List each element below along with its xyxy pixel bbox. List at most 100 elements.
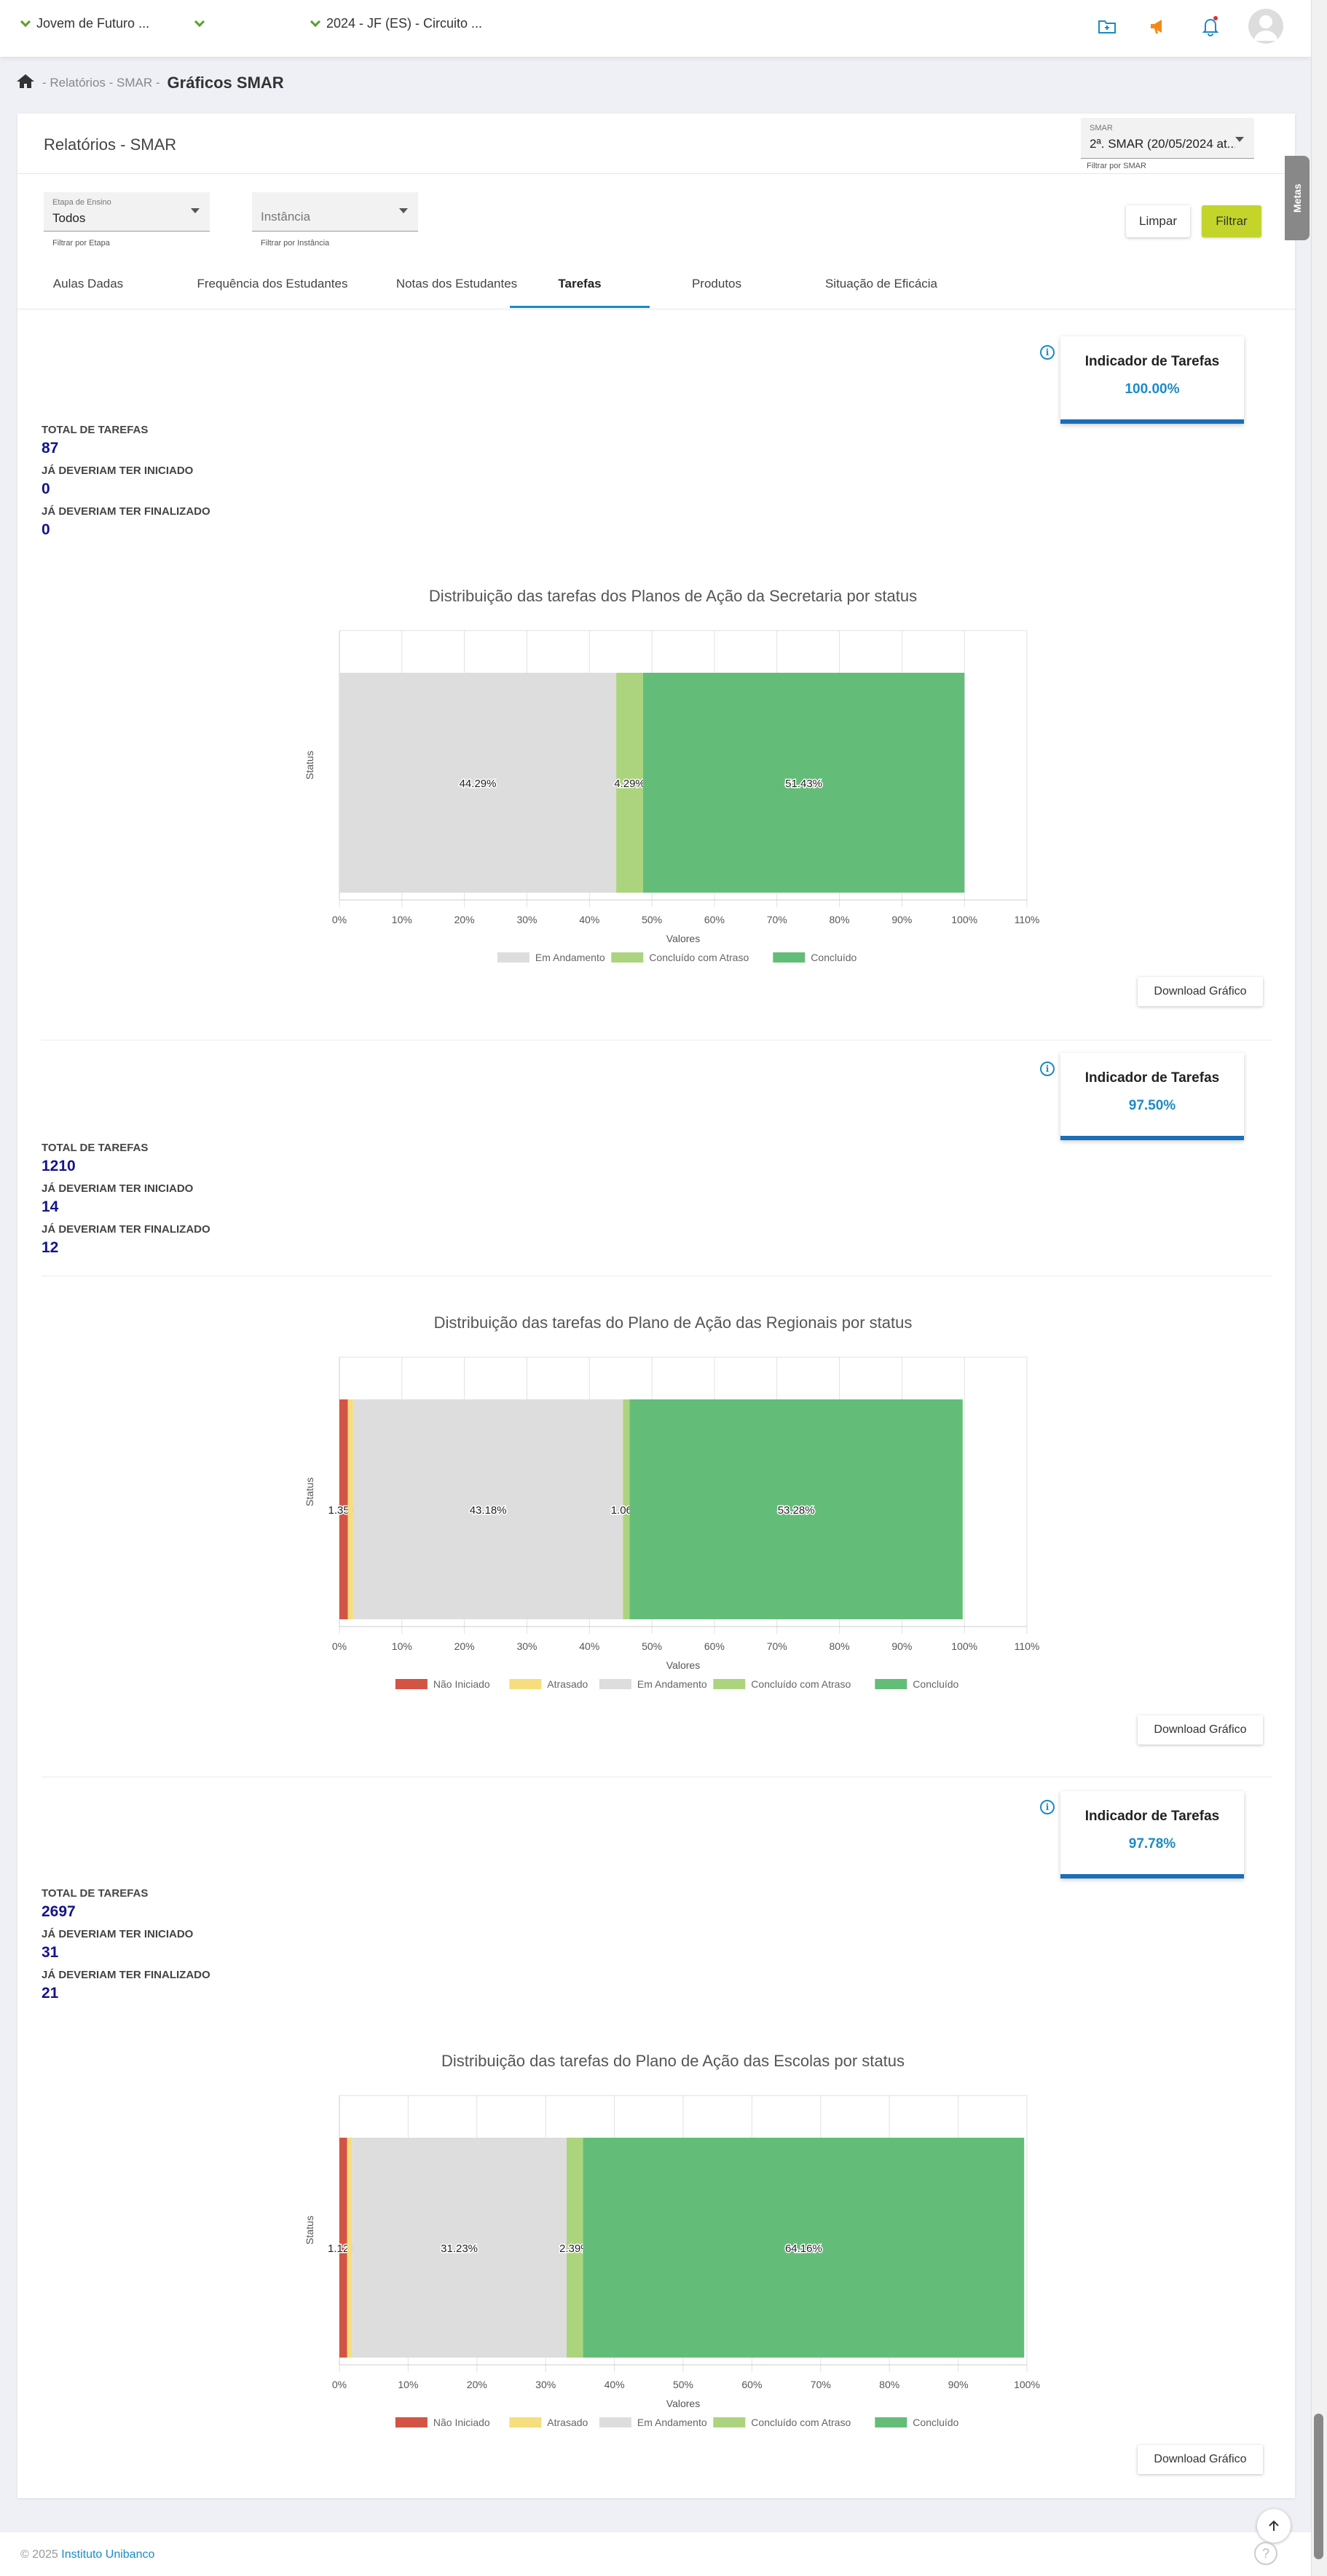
y-axis-label: Status <box>304 751 315 780</box>
x-tick-label: 50% <box>642 1640 662 1652</box>
instancia-select[interactable]: Instância <box>252 192 418 232</box>
x-tick-label: 110% <box>1015 1640 1040 1652</box>
etapa-select[interactable]: Etapa de Ensino Todos <box>44 192 210 232</box>
x-tick-label: 30% <box>516 1640 537 1652</box>
stat-value: 31 <box>42 1944 59 1961</box>
tab-tarefas[interactable]: Tarefas <box>510 277 650 304</box>
y-axis-label: Status <box>304 1477 315 1506</box>
megaphone-icon[interactable] <box>1146 15 1170 38</box>
stat-label: JÁ DEVERIAM TER FINALIZADO <box>42 505 210 518</box>
stat-label: TOTAL DE TAREFAS <box>42 1887 149 1900</box>
x-tick-label: 60% <box>704 1640 725 1652</box>
tab-situacao-eficacia[interactable]: Situação de Eficácia <box>779 277 983 304</box>
dropdown-arrow-icon <box>1235 137 1244 142</box>
x-tick-label: 90% <box>891 1640 912 1652</box>
x-tick-label: 10% <box>392 1640 412 1652</box>
stat-value: 87 <box>42 440 59 457</box>
x-axis-label: Valores <box>666 1659 700 1671</box>
divider <box>17 173 1295 174</box>
program-select[interactable]: Jovem de Futuro ... <box>19 16 208 31</box>
filter-button[interactable]: Filtrar <box>1202 205 1261 237</box>
clear-button[interactable]: Limpar <box>1126 205 1190 237</box>
cycle-select[interactable]: 2024 - JF (ES) - Circuito ... <box>309 16 482 31</box>
info-icon[interactable]: i <box>1040 345 1055 360</box>
legend-label: Atrasado <box>547 1678 588 1690</box>
info-icon[interactable]: i <box>1040 1800 1055 1814</box>
indicator-bar <box>1060 1874 1244 1878</box>
arrow-up-icon <box>1269 2520 1279 2531</box>
scroll-to-top-button[interactable] <box>1257 2509 1291 2543</box>
legend-label: Concluído <box>811 952 857 963</box>
legend-swatch <box>599 1679 631 1689</box>
etapa-hint: Filtrar por Etapa <box>52 239 110 248</box>
smar-hint: Filtrar por SMAR <box>1087 162 1146 170</box>
legend-swatch <box>509 2417 542 2427</box>
legend-swatch <box>773 952 806 963</box>
dropdown-arrow-icon <box>191 208 200 213</box>
indicator-value: 100.00% <box>1125 382 1180 397</box>
top-bar: Jovem de Futuro ... 2024 - JF (ES) - Cir… <box>0 0 1311 57</box>
scrollbar-thumb[interactable] <box>1314 2414 1323 2559</box>
smar-select[interactable]: SMAR 2ª. SMAR (20/05/2024 at... <box>1081 118 1254 159</box>
legend-label: Concluído <box>913 1678 958 1690</box>
legend-swatch <box>875 1679 907 1689</box>
x-tick-label: 20% <box>467 2379 487 2390</box>
x-tick-label: 70% <box>811 2379 831 2390</box>
copyright: © 2025 Instituto Unibanco <box>20 2548 154 2561</box>
x-tick-label: 90% <box>891 914 912 925</box>
chart-title: Distribuição das tarefas dos Planos de A… <box>429 587 917 605</box>
x-tick-label: 10% <box>398 2379 418 2390</box>
company-link[interactable]: Instituto Unibanco <box>61 2548 154 2561</box>
avatar-icon[interactable] <box>1248 9 1283 44</box>
breadcrumb-parent[interactable]: - Relatórios - SMAR - <box>42 76 160 90</box>
download-chart-button[interactable]: Download Gráfico <box>1138 1715 1263 1745</box>
x-axis-label: Valores <box>666 933 700 944</box>
legend-swatch <box>497 952 529 963</box>
tab-produtos[interactable]: Produtos <box>666 277 768 304</box>
chart-title: Distribuição das tarefas do Plano de Açã… <box>434 1313 913 1332</box>
stat-label: TOTAL DE TAREFAS <box>42 424 149 436</box>
x-tick-label: 70% <box>767 1640 787 1652</box>
y-axis-label: Status <box>304 2216 315 2245</box>
stat-label: JÁ DEVERIAM TER INICIADO <box>42 1928 194 1940</box>
data-label: 53.28% <box>778 1504 815 1517</box>
x-tick-label: 50% <box>642 914 662 925</box>
legend-swatch <box>713 1679 746 1689</box>
data-label: 64.16% <box>785 2243 822 2255</box>
x-tick-label: 110% <box>1015 914 1040 925</box>
etapa-select-value: Todos <box>52 211 86 225</box>
tab-aulas-dadas[interactable]: Aulas Dadas <box>34 277 143 304</box>
card-title: Relatórios - SMAR <box>44 135 177 154</box>
download-chart-button[interactable]: Download Gráfico <box>1138 977 1263 1006</box>
active-tab-indicator <box>510 306 650 308</box>
download-chart-button[interactable]: Download Gráfico <box>1138 2445 1263 2474</box>
legend-label: Atrasado <box>547 2417 588 2428</box>
smar-select-label: SMAR <box>1090 124 1113 133</box>
bar-segment <box>347 1399 353 1619</box>
indicator-bar <box>1060 1136 1244 1140</box>
home-icon[interactable] <box>16 73 35 92</box>
metas-side-tab[interactable]: Metas <box>1285 156 1310 240</box>
x-tick-label: 60% <box>704 914 725 925</box>
indicator-card: Indicador de Tarefas 97.50% <box>1060 1053 1244 1140</box>
x-tick-label: 0% <box>332 914 347 925</box>
info-icon[interactable]: i <box>1040 1062 1055 1076</box>
indicator-card: Indicador de Tarefas 100.00% <box>1060 336 1244 424</box>
instancia-hint: Filtrar por Instância <box>261 239 330 248</box>
dropdown-arrow-icon <box>399 208 408 213</box>
folder-icon[interactable] <box>1095 15 1119 38</box>
x-tick-label: 0% <box>332 2379 347 2390</box>
chart-escolas: Distribuição das tarefas do Plano de Açã… <box>304 2052 1040 2428</box>
bell-icon[interactable] <box>1199 15 1222 38</box>
program-select-value: Jovem de Futuro ... <box>36 16 150 31</box>
help-icon[interactable]: ? <box>1254 2542 1277 2565</box>
x-tick-label: 80% <box>830 1640 850 1652</box>
x-tick-label: 70% <box>767 914 787 925</box>
vertical-scrollbar[interactable] <box>1311 0 1327 2576</box>
indicator-bar <box>1060 419 1244 424</box>
indicator-card: Indicador de Tarefas 97.78% <box>1060 1791 1244 1878</box>
tab-frequencia[interactable]: Frequência dos Estudantes <box>163 277 382 304</box>
legend-label: Em Andamento <box>637 2417 707 2428</box>
x-tick-label: 60% <box>741 2379 762 2390</box>
legend-label: Concluído <box>913 2417 958 2428</box>
